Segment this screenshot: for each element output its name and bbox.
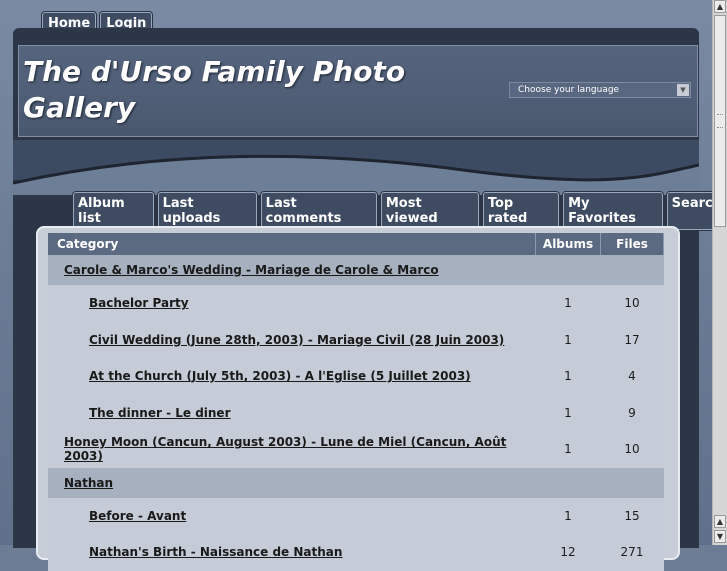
files-count: 10 xyxy=(600,285,664,322)
menu-my-favorites[interactable]: My Favorites xyxy=(563,192,663,230)
files-count: 4 xyxy=(600,358,664,395)
albums-count: 1 xyxy=(535,497,601,534)
category-cell: Civil Wedding (June 28th, 2003) - Mariag… xyxy=(48,321,536,358)
menu-last-comments[interactable]: Last comments xyxy=(260,192,377,230)
albums-count: 1 xyxy=(535,394,601,431)
category-link[interactable]: Nathan's Birth - Naissance de Nathan xyxy=(89,545,342,559)
albums-count: 12 xyxy=(535,534,601,571)
category-header: Category xyxy=(48,233,536,255)
category-table-body: Carole & Marco's Wedding - Mariage de Ca… xyxy=(48,255,664,571)
table-row: Nathan xyxy=(48,467,664,498)
files-count: 271 xyxy=(600,534,664,571)
category-link[interactable]: Honey Moon (Cancun, August 2003) - Lune … xyxy=(64,435,506,463)
category-cell: The dinner - Le diner xyxy=(48,394,536,431)
albums-count: 1 xyxy=(535,358,601,395)
table-row: Nathan's Birth - Naissance de Nathan 12 27… xyxy=(48,534,664,571)
albums-header: Albums xyxy=(535,233,601,255)
chevron-down-icon[interactable]: ▼ xyxy=(677,84,689,96)
albums-count xyxy=(535,467,601,498)
category-link[interactable]: Bachelor Party xyxy=(89,296,189,310)
table-header-row: Category Albums Files xyxy=(48,233,664,255)
grip-icon xyxy=(717,114,723,128)
files-count: 9 xyxy=(600,394,664,431)
category-cell: Before - Avant xyxy=(48,497,536,534)
category-cell: Honey Moon (Cancun, August 2003) - Lune … xyxy=(48,431,536,468)
table-row: Before - Avant 1 15 xyxy=(48,497,664,534)
category-cell: Carole & Marco's Wedding - Mariage de Ca… xyxy=(48,255,536,285)
menu-album-list[interactable]: Album list xyxy=(73,192,154,230)
scroll-up-icon[interactable]: ▲ xyxy=(714,0,726,13)
files-count xyxy=(600,255,664,285)
category-link[interactable]: Civil Wedding (June 28th, 2003) - Mariag… xyxy=(89,333,504,347)
site-title: The d'Urso Family Photo Gallery xyxy=(23,55,406,124)
table-row: Carole & Marco's Wedding - Mariage de Ca… xyxy=(48,255,664,285)
table-row: Bachelor Party 1 10 xyxy=(48,285,664,322)
table-row: At the Church (July 5th, 2003) - A l'Egl… xyxy=(48,358,664,395)
category-link[interactable]: Carole & Marco's Wedding - Mariage de Ca… xyxy=(64,263,439,277)
category-link[interactable]: The dinner - Le diner xyxy=(89,406,231,420)
category-link[interactable]: Before - Avant xyxy=(89,509,186,523)
main-menu: Album list Last uploads Last comments Mo… xyxy=(73,192,727,230)
table-row: Honey Moon (Cancun, August 2003) - Lune … xyxy=(48,431,664,468)
menu-top-rated[interactable]: Top rated xyxy=(482,192,560,230)
language-select-value: Choose your language xyxy=(518,85,620,95)
files-count: 10 xyxy=(600,431,664,468)
albums-count: 1 xyxy=(535,321,601,358)
category-cell: At the Church (July 5th, 2003) - A l'Egl… xyxy=(48,358,536,395)
files-count xyxy=(600,467,664,498)
scroll-down-icon[interactable]: ▲ xyxy=(714,515,726,528)
category-cell: Bachelor Party xyxy=(48,285,536,322)
table-row: Civil Wedding (June 28th, 2003) - Mariag… xyxy=(48,321,664,358)
albums-count xyxy=(535,255,601,285)
category-cell: Nathan xyxy=(48,467,536,498)
decorative-wave xyxy=(13,154,699,195)
category-table: Category Albums Files Carole & Marco's W… xyxy=(48,233,664,571)
files-count: 17 xyxy=(600,321,664,358)
vertical-scrollbar[interactable]: ▲ ▲ ▼ xyxy=(712,0,727,545)
menu-last-uploads[interactable]: Last uploads xyxy=(157,192,257,230)
category-link[interactable]: At the Church (July 5th, 2003) - A l'Egl… xyxy=(89,369,471,383)
scroll-down-icon[interactable]: ▼ xyxy=(714,530,726,543)
category-link[interactable]: Nathan xyxy=(64,476,113,490)
files-count: 15 xyxy=(600,497,664,534)
scroll-thumb[interactable] xyxy=(714,15,726,227)
menu-most-viewed[interactable]: Most viewed xyxy=(380,192,479,230)
albums-count: 1 xyxy=(535,285,601,322)
files-header: Files xyxy=(600,233,664,255)
albums-count: 1 xyxy=(535,431,601,468)
header: The d'Urso Family Photo Gallery Choose y… xyxy=(18,45,698,137)
category-cell: Nathan's Birth - Naissance de Nathan xyxy=(48,534,536,571)
table-row: The dinner - Le diner 1 9 xyxy=(48,394,664,431)
language-select[interactable]: Choose your language ▼ xyxy=(509,82,691,98)
